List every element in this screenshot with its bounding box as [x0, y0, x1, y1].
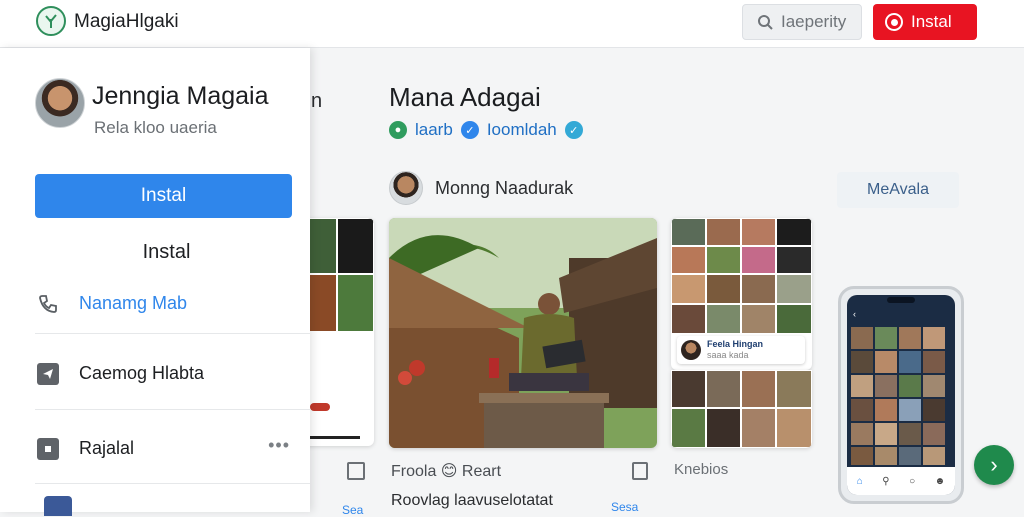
header-text-fragment: n [311, 90, 323, 112]
tag-icon-green: ● [389, 121, 407, 139]
reaction-dot [310, 403, 330, 411]
sidebar-install-button[interactable]: Instal [35, 174, 292, 218]
search-icon[interactable]: ⚲ [882, 476, 889, 487]
right-card-caption: Knebios [674, 461, 729, 478]
sidebar-panel: Jenngia Magaia Rela kloo uaeria Instal I… [0, 48, 310, 516]
partial-menu-icon [44, 496, 72, 516]
phone-bottom-nav: ⌂ ⚲ ○ ☻ [847, 467, 955, 495]
record-icon [885, 13, 903, 31]
back-icon: ‹ [853, 309, 856, 319]
sidebar-item-caemog[interactable]: Caemog Hlabta [35, 338, 310, 410]
post-card-left[interactable] [300, 218, 374, 446]
page-title: Mana Adagai [389, 82, 541, 112]
group-label[interactable]: Feela Hingan saaa kada [677, 336, 805, 364]
reels-icon[interactable]: ○ [909, 476, 915, 487]
home-icon[interactable]: ⌂ [857, 476, 863, 487]
post-card-right-grid-lower[interactable] [671, 370, 812, 448]
install-button[interactable]: Instal [873, 4, 977, 40]
bookmark-icon[interactable] [347, 462, 365, 480]
group-avatar [681, 340, 701, 360]
app-logo[interactable] [36, 6, 66, 36]
see-more-link-left[interactable]: Sea [342, 503, 363, 517]
profile-tags: ● laarb ✓ Ioomldah ✓ [389, 120, 583, 140]
profile-icon[interactable]: ☻ [935, 476, 946, 487]
post-author[interactable]: Monng Naadurak [389, 171, 573, 205]
phone-mockup: ‹ ⌂ ⚲ ○ ☻ [838, 286, 964, 504]
post-card-right-grid[interactable]: Feela Hingan saaa kada [671, 218, 812, 370]
sidebar-item-rajalal[interactable]: Rajalal ••• [35, 414, 310, 484]
post-caption: Roovlag laavuselotatat [391, 492, 553, 509]
install-button-label: Instal [911, 12, 952, 31]
author-name: Monng Naadurak [435, 177, 574, 198]
man-with-laptop-image [389, 218, 657, 448]
sidebar-item-label: Rajalal [79, 438, 135, 458]
profile-avatar[interactable] [35, 78, 85, 128]
group-label-title: Feela Hingan [707, 339, 764, 349]
sidebar-item-label: Nanamg Mab [79, 293, 188, 313]
phone-icon [35, 291, 61, 317]
tag-icon-blue: ✓ [460, 121, 479, 139]
bookmark-icon[interactable] [632, 462, 648, 480]
verified-icon: ✓ [564, 121, 583, 139]
reaction-row[interactable]: Froola 😊 Reart [391, 461, 501, 481]
app-title: MagiaHlgaki [74, 11, 179, 32]
send-icon [35, 361, 61, 387]
profile-name: Jenngia Magaia [92, 82, 269, 110]
group-label-sub: saaa kada [707, 350, 749, 360]
tag-label[interactable]: laarb [415, 120, 453, 140]
sidebar-item-label: Caemog Hlabta [79, 363, 205, 383]
square-icon [35, 436, 61, 462]
next-arrow-button[interactable]: › [974, 445, 1014, 485]
follow-button[interactable]: MeAvala [837, 172, 959, 208]
search-button-label: Iaeperity [781, 12, 847, 31]
chevron-right-icon: › [990, 452, 998, 477]
reaction-text: Froola 😊 Reart [391, 463, 502, 480]
profile-subtitle: Rela kloo uaeria [94, 118, 217, 137]
post-main-image[interactable] [389, 218, 657, 448]
leaf-icon [45, 14, 57, 28]
search-icon [758, 15, 773, 30]
top-bar: MagiaHlgaki Iaeperity Instal [0, 0, 1024, 48]
phone-screen: ‹ ⌂ ⚲ ○ ☻ [847, 295, 955, 495]
sidebar-secondary-install-button[interactable]: Instal [35, 234, 298, 270]
tag-label[interactable]: Ioomldah [487, 120, 557, 140]
search-button[interactable]: Iaeperity [742, 4, 862, 40]
more-options-icon[interactable]: ••• [268, 435, 290, 456]
author-avatar [389, 171, 423, 205]
sidebar-item-nanamg[interactable]: Nanamg Mab [35, 274, 310, 334]
